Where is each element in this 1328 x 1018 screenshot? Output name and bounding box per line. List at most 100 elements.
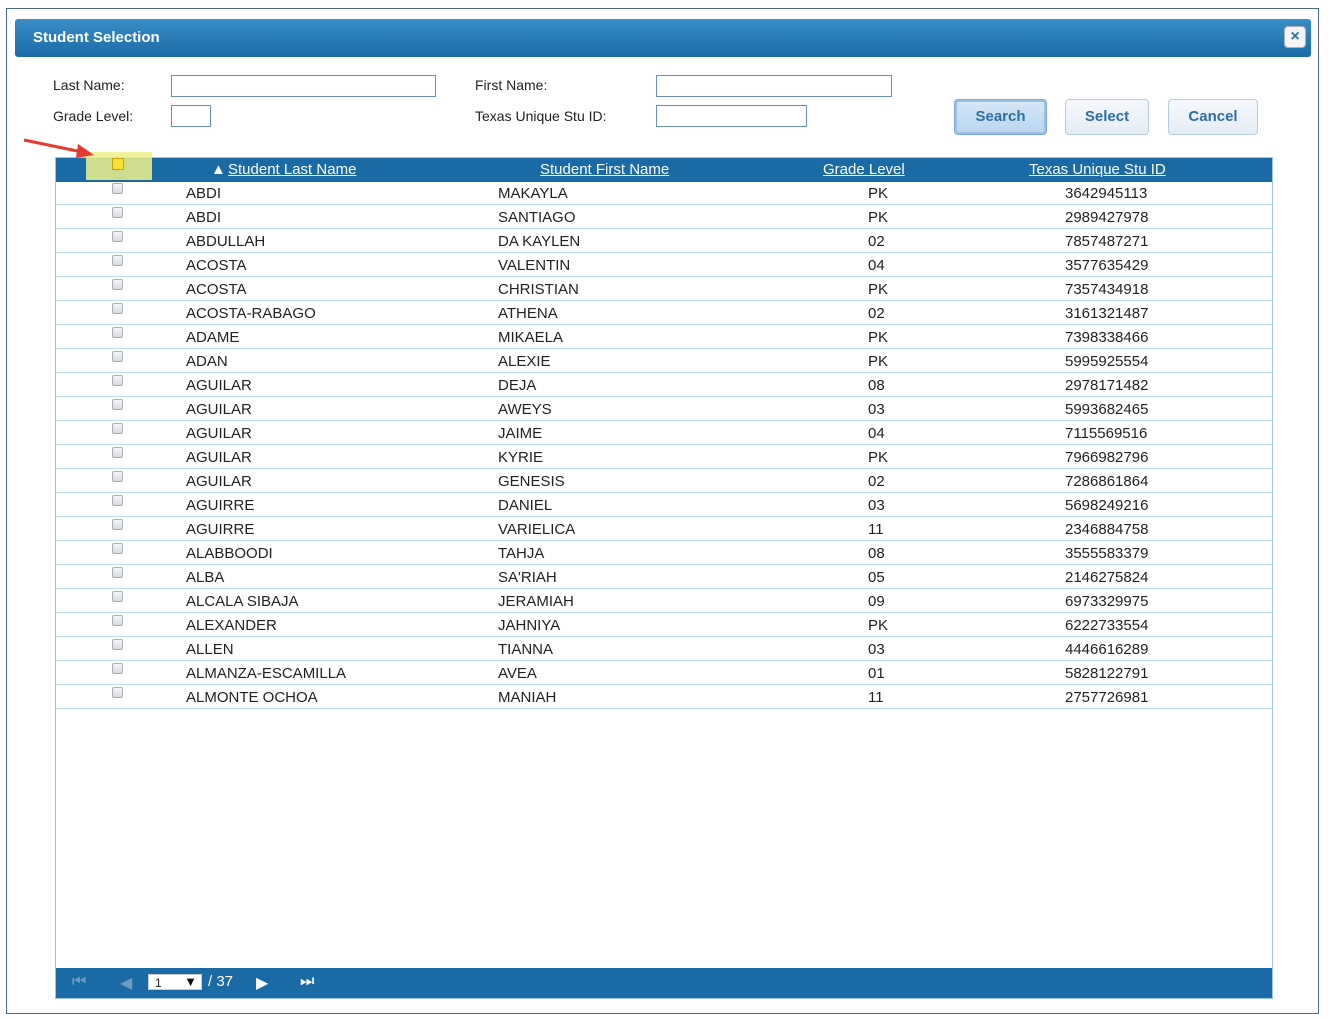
cell-first-name: GENESIS <box>498 473 565 490</box>
table-row[interactable]: ACOSTA VALENTIN 04 3577635429 <box>56 254 1272 277</box>
table-row[interactable]: ACOSTA-RABAGO ATHENA 02 3161321487 <box>56 302 1272 325</box>
row-checkbox[interactable] <box>112 279 123 290</box>
table-row[interactable]: AGUILAR GENESIS 02 7286861864 <box>56 470 1272 493</box>
row-checkbox[interactable] <box>112 567 123 578</box>
last-page-icon[interactable]: ⏭ <box>300 973 314 991</box>
cell-first-name: SANTIAGO <box>498 209 576 226</box>
cell-texas-id: 3555583379 <box>1065 545 1149 562</box>
table-row[interactable]: ABDI MAKAYLA PK 3642945113 <box>56 182 1272 205</box>
cell-texas-id: 5995925554 <box>1065 353 1149 370</box>
cancel-button[interactable]: Cancel <box>1168 99 1258 135</box>
cell-first-name: AWEYS <box>498 401 552 418</box>
cell-texas-id: 6973329975 <box>1065 593 1149 610</box>
cell-grade-level: 08 <box>868 545 885 562</box>
table-row[interactable]: AGUILAR JAIME 04 7115569516 <box>56 422 1272 445</box>
row-checkbox[interactable] <box>112 615 123 626</box>
table-row[interactable]: ACOSTA CHRISTIAN PK 7357434918 <box>56 278 1272 301</box>
row-checkbox[interactable] <box>112 183 123 194</box>
cell-texas-id: 3161321487 <box>1065 305 1149 322</box>
texas-id-input[interactable] <box>656 105 807 127</box>
grid-header: ▲ Student Last Name Student First Name G… <box>56 152 1272 182</box>
row-checkbox[interactable] <box>112 255 123 266</box>
table-row[interactable]: AGUIRRE VARIELICA 11 2346884758 <box>56 518 1272 541</box>
cell-last-name: AGUILAR <box>186 377 252 394</box>
table-row[interactable]: ALABBOODI TAHJA 08 3555583379 <box>56 542 1272 565</box>
cell-first-name: MIKAELA <box>498 329 564 346</box>
cell-first-name: TAHJA <box>498 545 545 562</box>
table-row[interactable]: ALMONTE OCHOA MANIAH 11 2757726981 <box>56 686 1272 709</box>
grade-level-input[interactable] <box>171 105 211 127</box>
table-row[interactable]: ALLEN TIANNA 03 4446616289 <box>56 638 1272 661</box>
last-name-input[interactable] <box>171 75 436 97</box>
cell-first-name: ALEXIE <box>498 353 551 370</box>
cell-first-name: DA KAYLEN <box>498 233 581 250</box>
table-row[interactable]: ALEXANDER JAHNIYA PK 6222733554 <box>56 614 1272 637</box>
row-checkbox[interactable] <box>112 687 123 698</box>
page-select[interactable]: 1 ▼ <box>148 974 202 990</box>
table-row[interactable]: AGUILAR KYRIE PK 7966982796 <box>56 446 1272 469</box>
cell-first-name: AVEA <box>498 665 537 682</box>
table-row[interactable]: AGUILAR DEJA 08 2978171482 <box>56 374 1272 397</box>
table-row[interactable]: AGUILAR AWEYS 03 5993682465 <box>56 398 1272 421</box>
row-checkbox[interactable] <box>112 327 123 338</box>
row-checkbox[interactable] <box>112 399 123 410</box>
next-page-icon[interactable]: ▶ <box>256 973 268 993</box>
table-row[interactable]: ADAME MIKAELA PK 7398338466 <box>56 326 1272 349</box>
row-checkbox[interactable] <box>112 423 123 434</box>
table-row[interactable]: ADAN ALEXIE PK 5995925554 <box>56 350 1272 373</box>
table-row[interactable]: ABDULLAH DA KAYLEN 02 7857487271 <box>56 230 1272 253</box>
row-checkbox[interactable] <box>112 519 123 530</box>
dialog-title: Student Selection <box>33 29 160 46</box>
cell-grade-level: PK <box>868 353 889 370</box>
row-checkbox[interactable] <box>112 591 123 602</box>
first-page-icon[interactable]: ⏮ <box>72 973 86 991</box>
cell-last-name: AGUIRRE <box>186 521 255 538</box>
row-checkbox[interactable] <box>112 231 123 242</box>
row-checkbox[interactable] <box>112 471 123 482</box>
cell-last-name: ALEXANDER <box>186 617 277 634</box>
cell-first-name: DANIEL <box>498 497 553 514</box>
row-checkbox[interactable] <box>112 663 123 674</box>
cell-first-name: MANIAH <box>498 689 557 706</box>
table-row[interactable]: AGUIRRE DANIEL 03 5698249216 <box>56 494 1272 517</box>
row-checkbox[interactable] <box>112 351 123 362</box>
cell-grade-level: 02 <box>868 473 885 490</box>
header-last-name[interactable]: Student Last Name <box>228 161 356 178</box>
cell-grade-level: 04 <box>868 257 885 274</box>
cell-last-name: ALMONTE OCHOA <box>186 689 318 706</box>
cell-last-name: ACOSTA <box>186 257 247 274</box>
table-row[interactable]: ALBA SA'RIAH 05 2146275824 <box>56 566 1272 589</box>
cell-last-name: AGUILAR <box>186 401 252 418</box>
cell-grade-level: PK <box>868 185 889 202</box>
cell-last-name: ADAN <box>186 353 228 370</box>
cell-texas-id: 5993682465 <box>1065 401 1149 418</box>
grade-level-label: Grade Level: <box>53 108 134 124</box>
header-first-name[interactable]: Student First Name <box>540 161 669 178</box>
cell-texas-id: 3577635429 <box>1065 257 1149 274</box>
close-icon[interactable]: × <box>1284 26 1306 48</box>
table-row[interactable]: ABDI SANTIAGO PK 2989427978 <box>56 206 1272 229</box>
cell-last-name: ALBA <box>186 569 225 586</box>
row-checkbox[interactable] <box>112 375 123 386</box>
row-checkbox[interactable] <box>112 639 123 650</box>
cell-last-name: AGUILAR <box>186 473 252 490</box>
row-checkbox[interactable] <box>112 207 123 218</box>
header-grade-level[interactable]: Grade Level <box>823 161 905 178</box>
row-checkbox[interactable] <box>112 447 123 458</box>
row-checkbox[interactable] <box>112 543 123 554</box>
cell-first-name: KYRIE <box>498 449 544 466</box>
table-row[interactable]: ALCALA SIBAJA JERAMIAH 09 6973329975 <box>56 590 1272 613</box>
cell-grade-level: 08 <box>868 377 885 394</box>
header-texas-id[interactable]: Texas Unique Stu ID <box>1029 161 1166 178</box>
texas-id-label: Texas Unique Stu ID: <box>475 108 607 124</box>
search-button[interactable]: Search <box>954 99 1047 135</box>
select-all-checkbox[interactable] <box>112 158 124 170</box>
cell-first-name: VALENTIN <box>498 257 571 274</box>
cell-last-name: AGUIRRE <box>186 497 255 514</box>
first-name-input[interactable] <box>656 75 892 97</box>
row-checkbox[interactable] <box>112 303 123 314</box>
select-button[interactable]: Select <box>1065 99 1149 135</box>
row-checkbox[interactable] <box>112 495 123 506</box>
table-row[interactable]: ALMANZA-ESCAMILLA AVEA 01 5828122791 <box>56 662 1272 685</box>
prev-page-icon[interactable]: ◀ <box>120 973 132 993</box>
